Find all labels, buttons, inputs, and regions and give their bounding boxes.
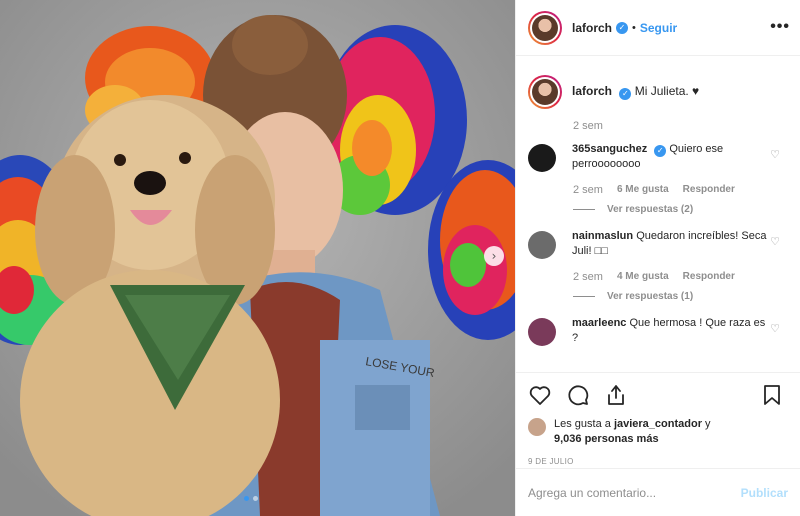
post-date[interactable]: 9 DE JULIO bbox=[528, 457, 788, 466]
carousel-dot-active bbox=[244, 496, 249, 501]
reply-button[interactable]: Responder bbox=[683, 271, 735, 283]
comment-meta: 2 sem 4 Me gusta Responder bbox=[573, 271, 788, 283]
chevron-right-icon: › bbox=[491, 249, 497, 263]
add-comment-form: Publicar bbox=[516, 468, 800, 516]
comment-time[interactable]: 2 sem bbox=[573, 271, 603, 283]
comment-item: 365sanguchez ✓ Quiero ese perroooooooo ♡ bbox=[528, 142, 788, 172]
caption-text-block: laforch ✓ Mi Julieta. ♥ bbox=[572, 75, 699, 109]
comment-meta: 2 sem 6 Me gusta Responder bbox=[573, 184, 788, 196]
comment-item: maarleenc Que hermosa ! Que raza es ? ♡ bbox=[528, 316, 788, 346]
view-replies-button[interactable]: Ver respuestas (2) bbox=[573, 204, 788, 215]
post-side-panel: laforch ✓ • Seguir ••• laforch ✓ Mi Juli… bbox=[515, 0, 800, 516]
post-photo[interactable]: LOSE YOUR › bbox=[0, 0, 515, 516]
comment-bubble-icon[interactable] bbox=[566, 383, 590, 407]
heart-icon[interactable] bbox=[528, 383, 552, 407]
caption-time[interactable]: 2 sem bbox=[573, 120, 788, 132]
comment-likes[interactable]: 6 Me gusta bbox=[617, 184, 669, 196]
carousel-dot bbox=[253, 496, 258, 501]
divider-line bbox=[573, 209, 595, 210]
verified-badge-icon: ✓ bbox=[616, 21, 629, 34]
comment-username[interactable]: maarleenc bbox=[572, 317, 626, 329]
comments-list[interactable]: laforch ✓ Mi Julieta. ♥ 2 sem 365sanguch… bbox=[516, 57, 800, 371]
author-avatar[interactable] bbox=[528, 10, 562, 45]
comment-time[interactable]: 2 sem bbox=[573, 184, 603, 196]
comment-like-heart-icon[interactable]: ♡ bbox=[770, 148, 780, 161]
more-options-icon[interactable]: ••• bbox=[770, 18, 790, 36]
comment-input[interactable] bbox=[528, 485, 741, 500]
bookmark-icon[interactable] bbox=[760, 383, 784, 407]
comment-avatar[interactable] bbox=[528, 231, 556, 259]
post-actions: Les gusta a javiera_contador y 9,036 per… bbox=[516, 372, 800, 466]
caption-author-avatar[interactable] bbox=[528, 75, 562, 109]
liker-username[interactable]: javiera_contador bbox=[614, 418, 702, 430]
comment-avatar[interactable] bbox=[528, 144, 556, 172]
separator-dot: • bbox=[632, 21, 636, 34]
verified-badge-icon: ✓ bbox=[654, 145, 667, 157]
photo-illustration: LOSE YOUR bbox=[0, 0, 515, 516]
view-replies-label: Ver respuestas (2) bbox=[607, 204, 694, 215]
caption-username[interactable]: laforch bbox=[572, 84, 612, 98]
carousel-indicator bbox=[244, 496, 258, 501]
action-icons-row bbox=[528, 381, 788, 409]
comment-body: nainmaslun Quedaron increíbles! Seca Jul… bbox=[572, 229, 767, 259]
likes-suffix: y bbox=[705, 418, 711, 430]
view-replies-label: Ver respuestas (1) bbox=[607, 291, 694, 302]
likes-prefix: Les gusta a bbox=[554, 418, 611, 430]
comment-username[interactable]: nainmaslun bbox=[572, 230, 633, 242]
divider-line bbox=[573, 296, 595, 297]
caption: laforch ✓ Mi Julieta. ♥ bbox=[528, 75, 788, 109]
yarn-rainbow-right bbox=[323, 25, 467, 215]
author-username[interactable]: laforch bbox=[572, 21, 612, 35]
publish-button[interactable]: Publicar bbox=[741, 486, 788, 500]
next-photo-button[interactable]: › bbox=[484, 246, 504, 266]
comment-likes[interactable]: 4 Me gusta bbox=[617, 271, 669, 283]
share-icon[interactable] bbox=[604, 383, 628, 407]
caption-text: Mi Julieta. ♥ bbox=[634, 84, 700, 98]
comment-body: maarleenc Que hermosa ! Que raza es ? bbox=[572, 316, 767, 346]
post-header: laforch ✓ • Seguir ••• bbox=[516, 0, 800, 56]
caption-author-avatar-image bbox=[532, 79, 558, 105]
follow-button[interactable]: Seguir bbox=[640, 21, 677, 35]
reply-button[interactable]: Responder bbox=[683, 184, 735, 196]
verified-badge-icon: ✓ bbox=[619, 88, 632, 100]
view-replies-button[interactable]: Ver respuestas (1) bbox=[573, 291, 788, 302]
comment-body: 365sanguchez ✓ Quiero ese perroooooooo bbox=[572, 142, 767, 172]
author-avatar-image bbox=[532, 14, 558, 41]
comment-avatar[interactable] bbox=[528, 318, 556, 346]
comment-like-heart-icon[interactable]: ♡ bbox=[770, 322, 780, 335]
comment-item: nainmaslun Quedaron increíbles! Seca Jul… bbox=[528, 229, 788, 259]
likes-text: Les gusta a javiera_contador y 9,036 per… bbox=[554, 417, 711, 447]
comment-like-heart-icon[interactable]: ♡ bbox=[770, 235, 780, 248]
likes-others-link[interactable]: 9,036 personas más bbox=[554, 433, 659, 445]
liker-avatar[interactable] bbox=[528, 418, 546, 436]
comment-username[interactable]: 365sanguchez bbox=[572, 143, 647, 155]
likes-summary: Les gusta a javiera_contador y 9,036 per… bbox=[528, 417, 788, 447]
